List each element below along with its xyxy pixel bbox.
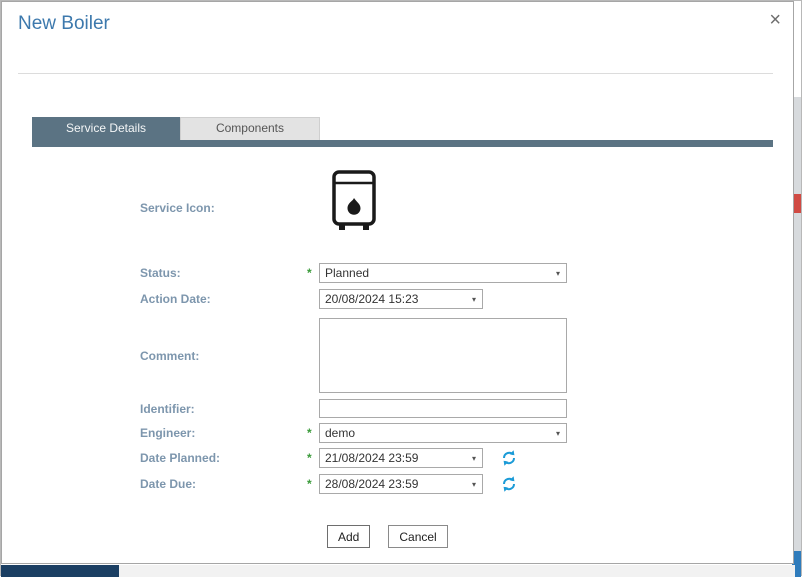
tab-components[interactable]: Components <box>180 117 320 140</box>
chevron-down-icon[interactable]: ▾ <box>550 429 566 438</box>
dialog-buttons: Add Cancel <box>327 525 448 548</box>
chevron-down-icon[interactable]: ▾ <box>466 454 482 463</box>
background-bottom-bar <box>1 565 795 577</box>
chevron-down-icon[interactable]: ▾ <box>550 269 566 278</box>
tab-strip <box>32 140 773 147</box>
action-date-row: Action Date: 20/08/2024 15:23 ▾ <box>140 289 483 309</box>
action-date-label: Action Date: <box>140 292 307 306</box>
engineer-required-asterisk: * <box>307 426 319 440</box>
chevron-down-icon[interactable]: ▾ <box>466 480 482 489</box>
refresh-icon[interactable] <box>500 475 518 493</box>
action-date-picker[interactable]: 20/08/2024 15:23 ▾ <box>319 289 483 309</box>
comment-label: Comment: <box>140 349 307 363</box>
engineer-select[interactable]: demo ▾ <box>319 423 567 443</box>
date-due-row: Date Due: * 28/08/2024 23:59 ▾ <box>140 474 518 494</box>
action-date-value: 20/08/2024 15:23 <box>325 292 418 306</box>
date-planned-required-asterisk: * <box>307 451 319 465</box>
engineer-value: demo <box>325 426 355 440</box>
tab-bar: Service Details Components <box>32 117 320 140</box>
status-row: Status: * Planned ▾ <box>140 263 567 283</box>
cancel-button[interactable]: Cancel <box>388 525 447 548</box>
background-navy-bar <box>1 565 119 577</box>
comment-input[interactable] <box>319 318 567 393</box>
identifier-label: Identifier: <box>140 402 307 416</box>
refresh-icon[interactable] <box>500 449 518 467</box>
date-due-label: Date Due: <box>140 477 307 491</box>
boiler-icon <box>327 168 381 239</box>
date-due-value: 28/08/2024 23:59 <box>325 477 418 491</box>
service-icon-row: Service Icon: <box>140 201 307 215</box>
identifier-row: Identifier: <box>140 399 567 418</box>
comment-row: Comment: <box>140 318 567 393</box>
date-planned-label: Date Planned: <box>140 451 307 465</box>
status-label: Status: <box>140 266 307 280</box>
service-icon-label: Service Icon: <box>140 201 307 215</box>
add-button[interactable]: Add <box>327 525 370 548</box>
status-select[interactable]: Planned ▾ <box>319 263 567 283</box>
close-icon[interactable]: × <box>769 10 781 30</box>
engineer-label: Engineer: <box>140 426 307 440</box>
date-planned-picker[interactable]: 21/08/2024 23:59 ▾ <box>319 448 483 468</box>
screen: New Boiler × Service Details Components … <box>0 0 802 576</box>
new-boiler-dialog: New Boiler × Service Details Components … <box>1 1 794 564</box>
dialog-title: New Boiler <box>18 13 110 35</box>
identifier-input[interactable] <box>319 399 567 418</box>
chevron-down-icon[interactable]: ▾ <box>466 295 482 304</box>
status-value: Planned <box>325 266 369 280</box>
date-planned-row: Date Planned: * 21/08/2024 23:59 ▾ <box>140 448 518 468</box>
engineer-row: Engineer: * demo ▾ <box>140 423 567 443</box>
header-divider <box>18 73 773 74</box>
status-required-asterisk: * <box>307 266 319 280</box>
date-due-picker[interactable]: 28/08/2024 23:59 ▾ <box>319 474 483 494</box>
tab-service-details[interactable]: Service Details <box>32 117 180 140</box>
date-due-required-asterisk: * <box>307 477 319 491</box>
date-planned-value: 21/08/2024 23:59 <box>325 451 418 465</box>
